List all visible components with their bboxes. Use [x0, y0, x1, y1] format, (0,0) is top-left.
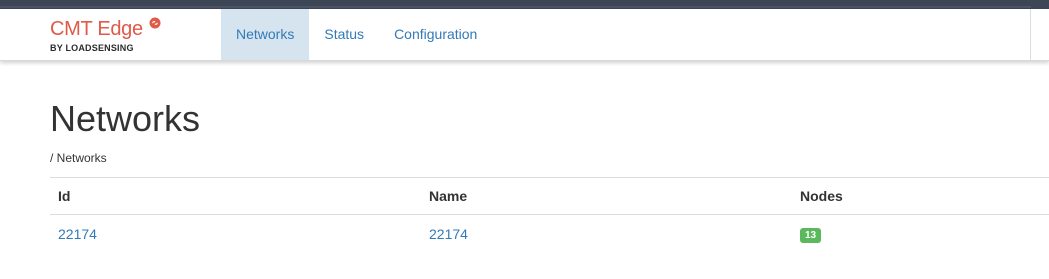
- nav-item-status[interactable]: Status: [309, 9, 379, 60]
- top-navbar: CMT Edge BY LOADSENSING Networks Status …: [0, 9, 1049, 61]
- navbar-right-divider: [1030, 9, 1031, 60]
- networks-table-container: Id Name Nodes 22174 22174 13: [50, 177, 1049, 253]
- column-header-name: Name: [421, 177, 792, 215]
- breadcrumb: / Networks: [50, 151, 107, 165]
- window-top-strip: [0, 0, 1049, 9]
- top-strip-line: [0, 6, 1031, 8]
- nav-item-configuration[interactable]: Configuration: [379, 9, 492, 60]
- cell-nodes: 13: [792, 215, 1049, 254]
- nodes-count-badge: 13: [800, 228, 822, 243]
- nav-item-networks[interactable]: Networks: [221, 9, 310, 60]
- page-title: Networks: [50, 98, 201, 139]
- network-id-link[interactable]: 22174: [58, 226, 97, 242]
- brand-swirl-icon: [149, 17, 161, 29]
- column-header-id: Id: [50, 177, 421, 215]
- column-header-nodes: Nodes: [792, 177, 1049, 215]
- brand-title: CMT Edge: [50, 18, 143, 40]
- brand-subtitle: BY LOADSENSING: [50, 43, 134, 53]
- network-name-link[interactable]: 22174: [429, 226, 468, 242]
- brand-logo[interactable]: CMT Edge BY LOADSENSING: [50, 17, 170, 55]
- table-row: 22174 22174 13: [50, 215, 1049, 254]
- cell-name: 22174: [421, 215, 792, 254]
- table-header-row: Id Name Nodes: [50, 177, 1049, 215]
- cell-id: 22174: [50, 215, 421, 254]
- main-nav: Networks Status Configuration: [221, 9, 492, 60]
- networks-table: Id Name Nodes 22174 22174 13: [50, 177, 1049, 253]
